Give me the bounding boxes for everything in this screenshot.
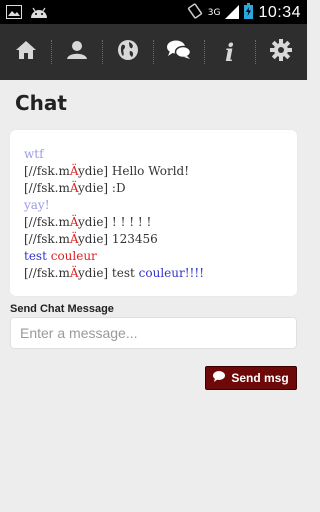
chat-message-segment: ydie] test — [78, 266, 139, 280]
chat-message-segment: yay! — [24, 198, 50, 212]
chat-bubbles-icon — [166, 40, 191, 64]
chat-message: [//fsk.mÄydie] Hello World! — [24, 163, 283, 180]
chat-message-segment: [//fsk.m — [24, 181, 70, 195]
battery-icon — [244, 3, 254, 23]
chat-message-segment: couleur!!!! — [138, 266, 205, 280]
chat-message-segment: ydie] Hello World! — [78, 164, 190, 178]
chat-message: yay! — [24, 197, 283, 214]
chat-message-segment: ydie] ! ! ! ! ! — [78, 215, 152, 229]
nav-info-button[interactable]: i — [204, 24, 255, 80]
chat-message-segment: Ä — [69, 232, 79, 246]
chat-message: test couleur — [24, 248, 283, 265]
nav-world-button[interactable] — [102, 24, 153, 80]
nav-home-button[interactable] — [0, 24, 51, 80]
signal-icon — [225, 4, 240, 23]
home-icon — [15, 40, 37, 64]
chat-message: [//fsk.mÄydie] :D — [24, 180, 283, 197]
image-notification-icon — [6, 4, 22, 23]
chat-message: [//fsk.mÄydie] ! ! ! ! ! — [24, 214, 283, 231]
chat-log: wtf [//fsk.mÄydie] Hello World! [//fsk.mÄy… — [10, 130, 297, 296]
chat-message: [//fsk.mÄydie] 123456 — [24, 231, 283, 248]
chat-message-segment: [//fsk.m — [24, 164, 70, 178]
globe-icon — [117, 39, 139, 65]
message-input[interactable] — [10, 317, 297, 349]
chat-message-segment: [//fsk.m — [24, 232, 70, 246]
system-status: 3G 10:34 — [187, 3, 301, 23]
info-icon: i — [224, 37, 235, 67]
chat-message-segment: wtf — [24, 147, 44, 161]
chat-message-segment: ydie] 123456 — [78, 232, 158, 246]
notification-icons — [6, 4, 48, 23]
chat-message-segment: [//fsk.m — [24, 215, 70, 229]
user-icon — [66, 40, 87, 64]
speech-bubble-icon — [213, 371, 226, 385]
status-bar: 3G 10:34 — [0, 0, 307, 24]
chat-message: wtf — [24, 146, 283, 163]
chat-message-segment: [//fsk.m — [24, 266, 70, 280]
gear-icon — [269, 39, 292, 65]
send-chat-label: Send Chat Message — [10, 303, 114, 315]
top-nav-bar: i — [0, 24, 307, 80]
rotation-icon — [187, 3, 203, 23]
chat-message-segment: Ä — [69, 215, 79, 229]
chat-message-segment: Ä — [69, 181, 79, 195]
nav-profile-button[interactable] — [51, 24, 102, 80]
network-type: 3G — [207, 8, 221, 18]
send-button-label: Send msg — [231, 371, 289, 385]
nav-settings-button[interactable] — [255, 24, 306, 80]
clock: 10:34 — [258, 4, 301, 21]
chat-message-segment: test — [24, 249, 51, 263]
chat-message-segment: ydie] :D — [78, 181, 126, 195]
chat-message-segment: Ä — [69, 266, 79, 280]
chat-message-segment: couleur — [50, 249, 97, 263]
nav-chat-button[interactable] — [153, 24, 204, 80]
chat-message-segment: Ä — [69, 164, 79, 178]
android-notification-icon — [30, 4, 48, 23]
chat-message: [//fsk.mÄydie] test couleur!!!! — [24, 265, 283, 282]
page-title: Chat — [15, 91, 67, 115]
send-message-button[interactable]: Send msg — [205, 366, 297, 390]
